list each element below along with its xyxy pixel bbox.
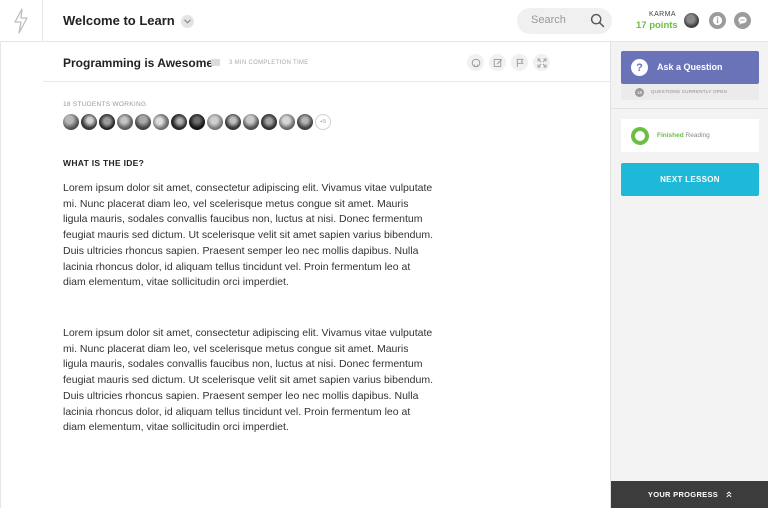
ask-question-button[interactable]: ? Ask a Question xyxy=(621,51,759,84)
tag-icon xyxy=(211,59,220,66)
student-avatar[interactable] xyxy=(189,114,205,130)
student-avatar[interactable] xyxy=(63,114,79,130)
chat-button[interactable] xyxy=(734,12,751,29)
student-avatar[interactable] xyxy=(261,114,277,130)
top-bar: Welcome to Learn KARMA 17 points xyxy=(0,0,768,42)
student-avatar[interactable] xyxy=(117,114,133,130)
students-working-label: 18 STUDENTS WORKING xyxy=(63,101,147,108)
search-icon[interactable] xyxy=(590,13,605,28)
fullscreen-icon xyxy=(537,58,546,67)
flag-icon xyxy=(516,58,524,67)
content-left-border xyxy=(0,42,1,508)
lesson-header: Programming is Awesome 3 MIN COMPLETION … xyxy=(43,42,610,82)
chevron-up-icon xyxy=(726,491,732,498)
student-avatar[interactable] xyxy=(225,114,241,130)
github-icon xyxy=(471,58,480,67)
body-paragraph: Lorem ipsum dolor sit amet, consectetur … xyxy=(63,182,434,289)
karma-points: 17 points xyxy=(636,20,678,31)
body-paragraph: Lorem ipsum dolor sit amet, consectetur … xyxy=(63,327,434,434)
user-avatar[interactable] xyxy=(684,13,699,28)
app-title: Welcome to Learn xyxy=(63,13,175,28)
student-avatar[interactable] xyxy=(171,114,187,130)
next-lesson-button[interactable]: NEXT LESSON xyxy=(621,163,759,196)
student-avatar[interactable] xyxy=(243,114,259,130)
edit-button[interactable] xyxy=(489,54,506,71)
status-item: Reading xyxy=(685,132,710,139)
finished-status-icon xyxy=(631,127,649,145)
status-text: Finished Reading xyxy=(657,132,710,139)
student-avatar[interactable] xyxy=(297,114,313,130)
chevron-down-icon xyxy=(184,19,191,24)
progress-label: YOUR PROGRESS xyxy=(647,490,719,499)
karma-label: KARMA xyxy=(649,11,676,18)
ask-question-label: Ask a Question xyxy=(657,62,723,72)
title-dropdown-button[interactable] xyxy=(181,15,194,28)
logo[interactable] xyxy=(0,0,43,42)
bolt-icon xyxy=(14,8,28,34)
search-box[interactable] xyxy=(517,8,612,34)
sidebar-divider xyxy=(611,108,768,109)
section-heading: WHAT IS THE IDE? xyxy=(63,158,145,168)
flag-button[interactable] xyxy=(511,54,528,71)
info-button[interactable] xyxy=(709,12,726,29)
open-questions-row[interactable]: 18 QUESTIONS CURRENTLY OPEN xyxy=(621,84,759,100)
right-sidebar: ? Ask a Question 18 QUESTIONS CURRENTLY … xyxy=(610,42,768,508)
student-avatar[interactable] xyxy=(207,114,223,130)
more-students-badge[interactable]: +5 xyxy=(315,114,331,130)
student-avatar[interactable] xyxy=(99,114,115,130)
student-avatar[interactable] xyxy=(135,114,151,130)
fullscreen-button[interactable] xyxy=(533,54,550,71)
lesson-status-card: Finished Reading xyxy=(621,119,759,152)
search-input[interactable] xyxy=(531,14,587,26)
questions-open-label: QUESTIONS CURRENTLY OPEN xyxy=(651,89,728,94)
info-icon xyxy=(712,15,723,26)
lesson-title: Programming is Awesome xyxy=(63,56,214,70)
completion-time: 3 MIN COMPLETION TIME xyxy=(229,60,309,66)
student-avatar[interactable] xyxy=(153,114,169,130)
chat-icon xyxy=(738,16,747,25)
student-avatar[interactable] xyxy=(81,114,97,130)
status-finished: Finished xyxy=(657,132,684,139)
questions-count-badge: 18 xyxy=(635,88,644,97)
your-progress-toggle[interactable]: YOUR PROGRESS xyxy=(611,481,768,508)
question-icon: ? xyxy=(631,59,648,76)
edit-icon xyxy=(493,58,502,67)
student-avatar[interactable] xyxy=(279,114,295,130)
student-avatars: +5 xyxy=(63,114,331,130)
github-button[interactable] xyxy=(467,54,484,71)
